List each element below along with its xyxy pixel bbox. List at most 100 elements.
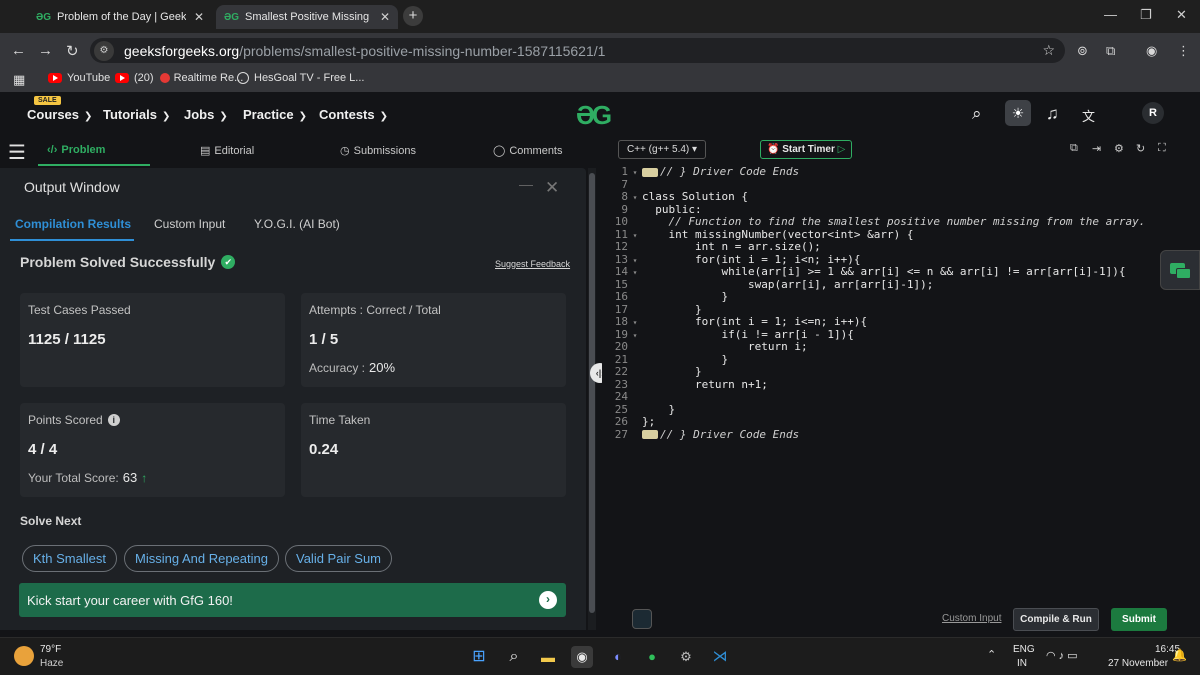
custom-input-link[interactable]: Custom Input: [942, 613, 1001, 624]
start-timer-button[interactable]: ⏰ Start Timer ▷: [760, 140, 853, 159]
search-icon[interactable]: ⌕: [503, 646, 525, 668]
solve-next-chip[interactable]: Kth Smallest: [22, 545, 117, 572]
bookmark-star-icon[interactable]: ☆: [1042, 42, 1055, 59]
windows-taskbar: 79°F Haze ⊞ ⌕ ▬ ◉ ◐ ● ⚙ ⋊ ⌃ ENG IN ◠♪▭ 1…: [0, 637, 1200, 675]
back-arrow-icon[interactable]: ←: [11, 42, 26, 59]
gfg-logo[interactable]: ƏG: [576, 100, 612, 131]
theme-toggle-sun-icon[interactable]: ☀: [1005, 100, 1031, 126]
weather-sun-icon[interactable]: [14, 646, 34, 666]
clock-date[interactable]: 27 November: [1108, 658, 1168, 669]
code-line[interactable]: 24: [602, 390, 642, 404]
file-explorer-icon[interactable]: ▬: [537, 646, 559, 668]
import-file-icon[interactable]: ⇥: [1092, 142, 1101, 155]
minimize-panel-icon[interactable]: —: [519, 176, 533, 192]
bookmark-youtube[interactable]: YouTube: [48, 72, 110, 84]
tab-compilation-results[interactable]: Compilation Results: [15, 217, 131, 231]
menu-tutorials[interactable]: Tutorials ❯: [103, 107, 170, 122]
code-line[interactable]: 27 // } Driver Code Ends: [602, 428, 799, 442]
hamburger-menu-icon[interactable]: ☰: [8, 140, 26, 165]
tab-label: Comments: [509, 144, 563, 157]
code-editor[interactable]: 1 ▾// } Driver Code Ends 7 8 ▾ class Solution…: [602, 164, 1200, 604]
minimize-window-icon[interactable]: —: [1104, 7, 1117, 22]
code-text: return n+1;: [642, 377, 768, 391]
browser-tab-problem-of-the-day[interactable]: ƏG Problem of the Day | GeeksforG ✕: [28, 5, 212, 29]
line-number: 26: [614, 415, 628, 428]
menu-contests[interactable]: Contests ❯: [319, 107, 388, 122]
collapsed-region-marker[interactable]: [642, 167, 658, 177]
bookmark-hesgoal[interactable]: HesGoal TV - Free L...: [237, 72, 364, 84]
spotify-icon[interactable]: ●: [641, 646, 663, 668]
tab-custom-input[interactable]: Custom Input: [154, 217, 225, 231]
collapsed-region-marker[interactable]: [642, 430, 658, 439]
vscode-icon[interactable]: ⋊: [709, 646, 731, 668]
tab-editorial[interactable]: ▤ Editorial: [200, 144, 254, 158]
menu-courses[interactable]: Courses ❯: [27, 107, 92, 122]
restore-window-icon[interactable]: ❐: [1140, 7, 1152, 23]
user-avatar[interactable]: R: [1142, 102, 1164, 124]
url-bar[interactable]: ⚙ geeksforgeeks.org/problems/smallest-po…: [90, 38, 1065, 63]
code-line[interactable]: 26};: [602, 415, 656, 429]
suggest-feedback-link[interactable]: Suggest Feedback: [495, 259, 570, 269]
extensions-puzzle-icon[interactable]: ⧉: [1106, 43, 1115, 59]
input-region[interactable]: IN: [1017, 658, 1027, 669]
menu-label: Practice: [243, 107, 294, 122]
tab-yogi-ai-bot[interactable]: Y.O.G.I. (AI Bot): [254, 217, 340, 231]
search-icon[interactable]: ⌕: [972, 104, 982, 124]
wifi-volume-battery-icon[interactable]: ◠♪▭: [1046, 649, 1081, 662]
menu-jobs[interactable]: Jobs ❯: [184, 107, 228, 122]
reload-icon[interactable]: ↻: [66, 42, 79, 60]
notification-bell-icon[interactable]: 🔔: [1172, 648, 1187, 662]
windows-start-icon[interactable]: ⊞: [468, 646, 490, 668]
translate-icon[interactable]: 文: [1082, 106, 1095, 125]
menu-practice[interactable]: Practice ❯: [243, 107, 307, 122]
info-icon[interactable]: i: [107, 414, 120, 426]
weather-temperature[interactable]: 79°F: [40, 644, 61, 655]
settings-gear-icon[interactable]: ⚙: [1114, 142, 1124, 155]
profile-avatar-icon[interactable]: ◉: [1146, 43, 1157, 59]
notification-bell-icon[interactable]: ♫: [1046, 104, 1059, 124]
tab-comments[interactable]: ◯ Comments: [493, 144, 563, 158]
menu-label: Jobs: [184, 107, 215, 122]
close-tab-icon[interactable]: ✕: [380, 10, 390, 24]
discord-icon[interactable]: ◐: [607, 646, 629, 668]
clock-icon: ◷: [340, 145, 350, 157]
weather-condition[interactable]: Haze: [40, 658, 63, 669]
chrome-icon[interactable]: ◉: [571, 646, 593, 668]
expand-icon[interactable]: [632, 609, 652, 629]
close-panel-icon[interactable]: ✕: [545, 178, 559, 198]
scrollbar-thumb[interactable]: [589, 173, 595, 613]
solve-next-chip[interactable]: Missing And Repeating: [124, 545, 279, 572]
tab-submissions[interactable]: ◷ Submissions: [340, 144, 416, 158]
settings-gear-icon[interactable]: ⚙: [675, 646, 697, 668]
output-scrollbar[interactable]: [588, 168, 596, 630]
chat-bubbles-icon[interactable]: [1160, 250, 1200, 290]
gfg160-banner[interactable]: Kick start your career with GfG 160! ›: [19, 583, 566, 617]
reset-code-icon[interactable]: ↻: [1136, 142, 1145, 155]
browser-menu-icon[interactable]: ⋮: [1177, 43, 1190, 59]
line-number: 20: [614, 340, 628, 353]
forward-arrow-icon[interactable]: →: [38, 42, 53, 59]
new-tab-button[interactable]: +: [403, 6, 423, 26]
compile-run-button[interactable]: Compile & Run: [1013, 608, 1099, 631]
chevron-right-icon[interactable]: ›: [539, 591, 557, 609]
submit-button[interactable]: Submit: [1111, 608, 1167, 631]
input-language[interactable]: ENG: [1013, 644, 1035, 655]
browser-tab-smallest-positive[interactable]: ƏG Smallest Positive Missing Numb ✕: [216, 5, 398, 29]
bookmark-youtube-20[interactable]: (20) Realtime Re...: [115, 72, 243, 84]
close-tab-icon[interactable]: ✕: [194, 10, 204, 24]
url-text[interactable]: geeksforgeeks.org/problems/smallest-posi…: [124, 43, 605, 59]
close-window-icon[interactable]: ✕: [1176, 7, 1187, 23]
menu-label: Contests: [319, 107, 375, 122]
fullscreen-icon[interactable]: ⛶: [1158, 142, 1166, 155]
code-line[interactable]: 25 }: [602, 403, 675, 417]
tab-problem[interactable]: ‹/› Problem: [47, 144, 105, 156]
language-select[interactable]: C++ (g++ 5.4) ▾: [618, 140, 707, 159]
extension-glasses-icon[interactable]: ⊚: [1077, 43, 1088, 59]
show-hidden-icons-chevron-icon[interactable]: ⌃: [987, 648, 996, 661]
apps-grid-icon[interactable]: ▦: [13, 72, 25, 88]
site-settings-icon[interactable]: ⚙: [94, 40, 114, 61]
code-line[interactable]: 1 ▾// } Driver Code Ends: [602, 165, 799, 179]
line-number: 1: [621, 165, 628, 178]
solve-next-chip[interactable]: Valid Pair Sum: [285, 545, 393, 572]
copy-icon[interactable]: ⧉: [1070, 142, 1078, 155]
